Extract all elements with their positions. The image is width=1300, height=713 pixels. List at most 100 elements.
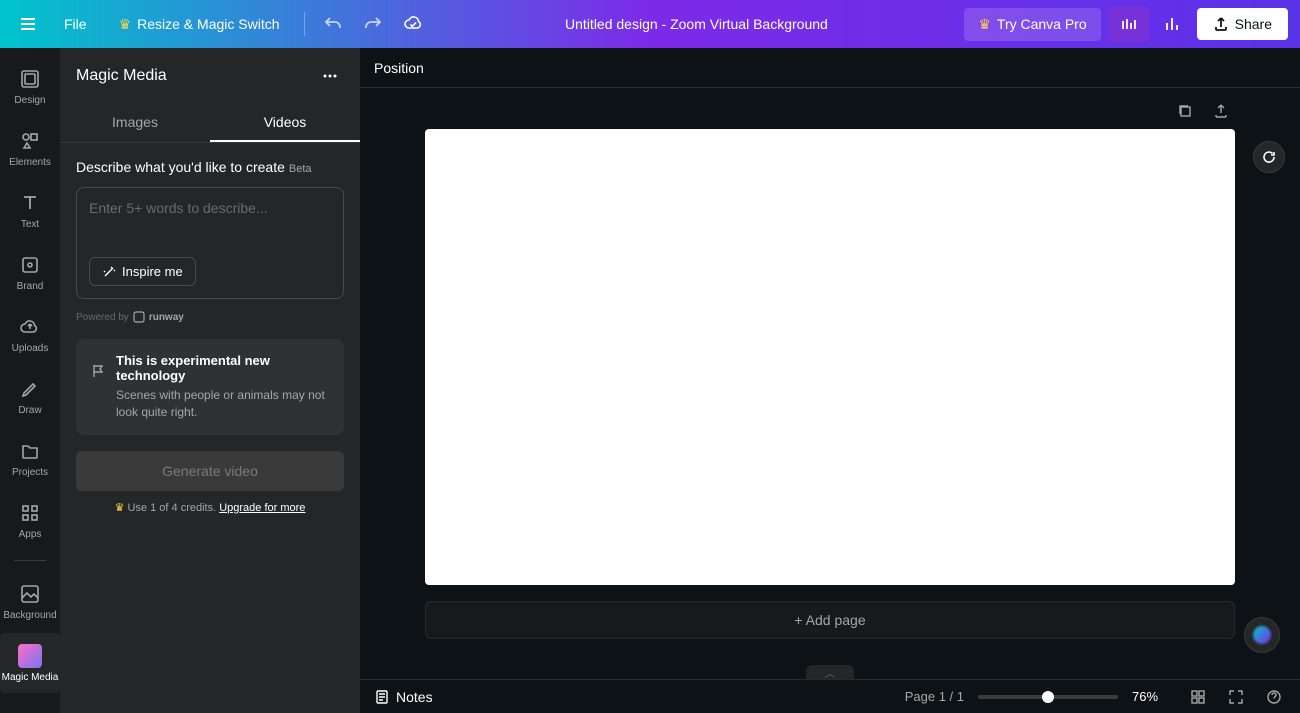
duplicate-page-button[interactable]: [1171, 97, 1199, 125]
rail-item-projects[interactable]: Projects: [0, 428, 60, 488]
rail-item-brand[interactable]: Brand: [0, 242, 60, 302]
fullscreen-button[interactable]: [1224, 685, 1248, 709]
design-icon: [18, 67, 42, 91]
present-button[interactable]: [1109, 6, 1149, 42]
bottom-bar: Notes Page 1 / 1 76%: [360, 679, 1300, 713]
share-button[interactable]: Share: [1197, 8, 1288, 40]
inspire-label: Inspire me: [122, 264, 183, 279]
cloud-check-icon: [403, 14, 423, 34]
document-title-input[interactable]: [546, 16, 846, 32]
notes-label: Notes: [396, 689, 433, 705]
rail-label: Brand: [17, 281, 44, 292]
upgrade-link[interactable]: Upgrade for more: [219, 502, 305, 514]
undo-button[interactable]: [317, 8, 349, 40]
canvas-wrap: Position + Add page: [360, 48, 1300, 713]
try-pro-label: Try Canva Pro: [997, 16, 1087, 32]
rail-item-elements[interactable]: Elements: [0, 118, 60, 178]
flag-icon: [90, 363, 106, 421]
rail-label: Elements: [9, 157, 51, 168]
runway-logo-icon: [133, 311, 145, 323]
chart-icon: [1164, 15, 1182, 33]
elements-icon: [18, 129, 42, 153]
redo-button[interactable]: [357, 8, 389, 40]
rail-label: Projects: [12, 467, 48, 478]
background-icon: [18, 582, 42, 606]
bottombar-right: Page 1 / 1 76%: [905, 685, 1286, 709]
page-controls: [1171, 97, 1235, 125]
panel-more-button[interactable]: [316, 62, 344, 90]
resize-label: Resize & Magic Switch: [137, 16, 279, 32]
brand-icon: [18, 253, 42, 277]
canva-assistant-button[interactable]: [1244, 617, 1280, 653]
zoom-thumb[interactable]: [1042, 691, 1054, 703]
topbar-center: [437, 16, 957, 32]
refresh-icon: [1261, 149, 1277, 165]
rail-item-background[interactable]: Background: [0, 571, 60, 631]
rail-label: Background: [3, 610, 56, 621]
canvas-page[interactable]: [425, 129, 1235, 585]
powered-by: Powered by runway: [76, 311, 344, 323]
page-tray-toggle[interactable]: ︿: [806, 665, 854, 679]
top-bar: File ♛ Resize & Magic Switch ♛ Try Canva…: [0, 0, 1300, 48]
notes-button[interactable]: Notes: [374, 689, 433, 705]
upload-icon: [1213, 16, 1229, 32]
grid-icon: [1190, 689, 1206, 705]
divider: [304, 12, 305, 36]
info-title: This is experimental new technology: [116, 353, 330, 383]
refresh-button[interactable]: [1253, 141, 1285, 173]
info-text: Scenes with people or animals may not lo…: [116, 387, 330, 421]
main-menu-button[interactable]: [12, 8, 44, 40]
rail-item-magic-media[interactable]: Magic Media: [0, 633, 60, 693]
left-rail: Design Elements Text Brand Uploads Draw …: [0, 48, 60, 713]
rail-label: Uploads: [12, 343, 49, 354]
rail-item-draw[interactable]: Draw: [0, 366, 60, 426]
rail-item-uploads[interactable]: Uploads: [0, 304, 60, 364]
projects-icon: [18, 439, 42, 463]
zoom-slider[interactable]: [978, 695, 1118, 699]
rail-divider: [14, 560, 46, 561]
bottombar-left: Notes: [374, 689, 433, 705]
analytics-button[interactable]: [1157, 8, 1189, 40]
try-canva-pro-button[interactable]: ♛ Try Canva Pro: [964, 8, 1100, 41]
rail-item-text[interactable]: Text: [0, 180, 60, 240]
grid-view-button[interactable]: [1186, 685, 1210, 709]
add-page-button[interactable]: + Add page: [425, 601, 1235, 639]
text-icon: [18, 191, 42, 215]
help-button[interactable]: [1262, 685, 1286, 709]
prompt-box: Inspire me: [76, 187, 344, 299]
rail-item-design[interactable]: Design: [0, 56, 60, 116]
cloud-sync-button[interactable]: [397, 8, 429, 40]
zoom-percentage[interactable]: 76%: [1132, 689, 1172, 704]
tab-videos[interactable]: Videos: [210, 104, 360, 142]
body: Design Elements Text Brand Uploads Draw …: [0, 48, 1300, 713]
panel-body: Describe what you'd like to createBeta I…: [60, 143, 360, 713]
crown-icon: ♛: [978, 16, 991, 33]
describe-label: Describe what you'd like to createBeta: [76, 159, 344, 175]
rail-label: Design: [14, 95, 45, 106]
rail-label: Magic Media: [2, 672, 59, 683]
runway-label: runway: [149, 312, 184, 323]
more-icon: [321, 67, 339, 85]
resize-magic-switch-button[interactable]: ♛ Resize & Magic Switch: [107, 10, 292, 39]
rail-item-apps[interactable]: Apps: [0, 490, 60, 550]
prompt-input[interactable]: [89, 200, 331, 244]
credits-text: ♛ Use 1 of 4 credits. Upgrade for more: [76, 501, 344, 514]
share-label: Share: [1235, 16, 1272, 32]
export-page-button[interactable]: [1207, 97, 1235, 125]
file-button[interactable]: File: [52, 10, 99, 38]
undo-icon: [324, 15, 342, 33]
redo-icon: [364, 15, 382, 33]
position-button[interactable]: Position: [374, 60, 424, 76]
hamburger-icon: [19, 15, 37, 33]
generate-video-button[interactable]: Generate video: [76, 451, 344, 491]
panel-tabs: Images Videos: [60, 104, 360, 143]
canvas-toolbar: Position: [360, 48, 1300, 88]
topbar-right: ♛ Try Canva Pro Share: [964, 6, 1288, 42]
inspire-me-button[interactable]: Inspire me: [89, 257, 196, 286]
sparkle-icon: [1253, 626, 1271, 644]
draw-icon: [18, 377, 42, 401]
tab-images[interactable]: Images: [60, 104, 210, 142]
duplicate-icon: [1176, 102, 1194, 120]
info-content: This is experimental new technology Scen…: [116, 353, 330, 421]
canvas-area: + Add page: [360, 88, 1300, 679]
